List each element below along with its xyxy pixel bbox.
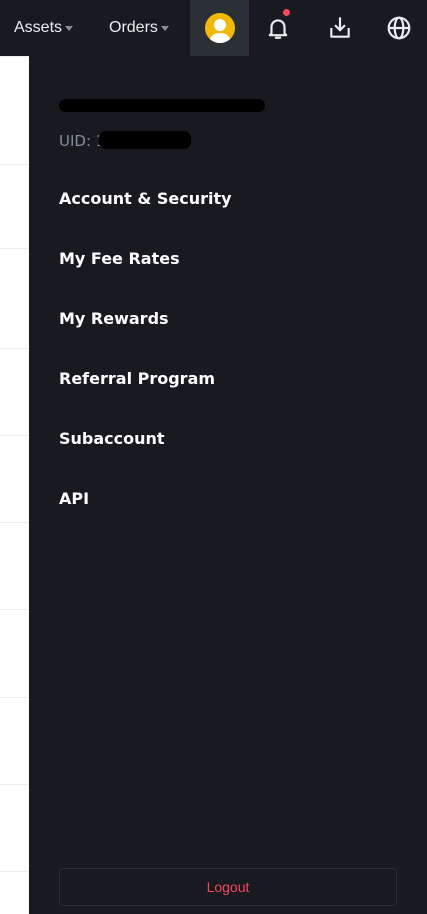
redacted-username — [59, 99, 265, 112]
row-divider — [0, 697, 29, 698]
username — [59, 96, 265, 116]
logout-button[interactable]: Logout — [59, 868, 397, 906]
assets-menu[interactable]: Assets — [14, 0, 74, 56]
globe-icon — [387, 16, 411, 40]
orders-menu[interactable]: Orders — [109, 0, 169, 56]
logout-label: Logout — [206, 879, 250, 895]
row-divider — [0, 609, 29, 610]
account-button[interactable] — [190, 0, 249, 56]
caret-down-icon — [65, 26, 74, 31]
caret-down-icon — [160, 26, 169, 31]
row-divider — [0, 522, 29, 523]
avatar — [204, 13, 235, 43]
menu-item-referral-program[interactable]: Referral Program — [59, 363, 399, 423]
assets-menu-label: Assets — [14, 19, 63, 36]
row-divider — [0, 56, 29, 57]
bell-icon — [268, 19, 288, 39]
redacted-uid — [99, 131, 191, 149]
uid: UID: 1 — [59, 131, 191, 150]
menu-item-account-security[interactable]: Account & Security — [59, 183, 399, 243]
row-divider — [0, 164, 29, 165]
row-divider — [0, 784, 29, 785]
orders-menu-label: Orders — [109, 19, 158, 36]
page-content-strip — [0, 56, 29, 914]
row-divider — [0, 871, 29, 872]
row-divider — [0, 435, 29, 436]
account-dropdown: UID: 1 Account & Security My Fee Rates M… — [29, 56, 427, 914]
row-divider — [0, 248, 29, 249]
user-info: UID: 1 — [59, 96, 265, 150]
user-avatar-icon — [204, 13, 235, 43]
notifications-button[interactable] — [258, 0, 298, 56]
notification-badge — [283, 9, 290, 16]
menu-item-rewards[interactable]: My Rewards — [59, 303, 399, 363]
menu-item-subaccount[interactable]: Subaccount — [59, 423, 399, 483]
menu-item-fee-rates[interactable]: My Fee Rates — [59, 243, 399, 303]
top-navigation-bar: Assets Orders — [0, 0, 427, 56]
row-divider — [0, 348, 29, 349]
menu-item-api[interactable]: API — [59, 483, 399, 543]
account-menu: Account & Security My Fee Rates My Rewar… — [59, 183, 399, 543]
language-button[interactable] — [379, 0, 419, 56]
download-button[interactable] — [320, 0, 360, 56]
download-icon — [330, 17, 350, 38]
